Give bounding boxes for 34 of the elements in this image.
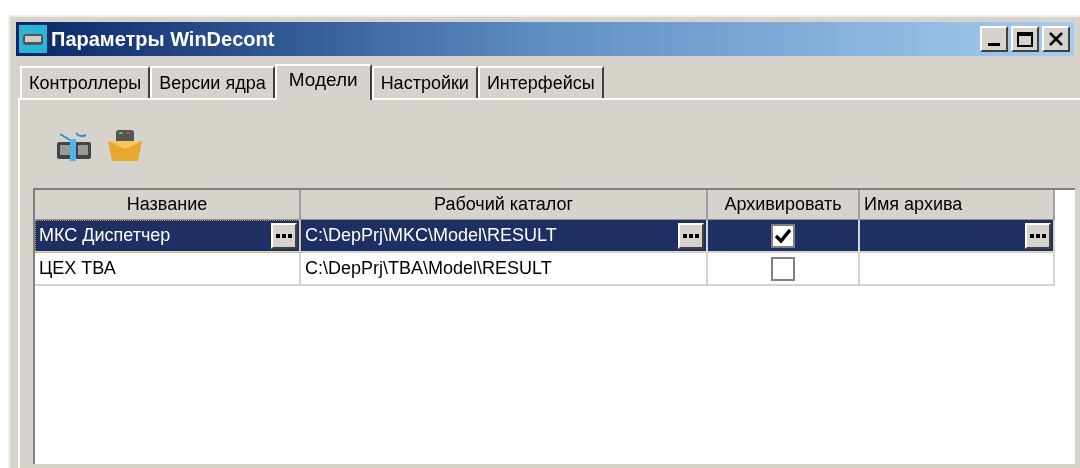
column-header[interactable]: Имя архива: [860, 190, 1055, 220]
close-button[interactable]: [1042, 26, 1070, 52]
column-header[interactable]: Архивировать: [708, 190, 860, 220]
ellipsis-icon: [276, 233, 292, 238]
ellipsis-icon: [683, 233, 699, 238]
window-title: Параметры WinDecont: [51, 27, 275, 52]
tab[interactable]: Версии ядра: [150, 66, 275, 98]
minimize-button[interactable]: [980, 26, 1008, 52]
table-cell-text: C:\DepPrj\TBA\Model\RESULT: [304, 257, 552, 280]
browse-button[interactable]: [678, 222, 704, 249]
table-cell-text: C:\DepPrj\MKC\Model\RESULT: [304, 224, 557, 247]
box-icon: [106, 129, 144, 163]
table-cell-text: ЦЕХ ТВА: [38, 257, 116, 280]
column-header[interactable]: Рабочий каталог: [301, 190, 708, 220]
devices-icon: [56, 130, 92, 162]
tab[interactable]: Модели: [274, 64, 372, 100]
browse-button[interactable]: [271, 222, 297, 249]
checkbox[interactable]: [771, 223, 795, 248]
maximize-button[interactable]: [1011, 26, 1039, 52]
column-header[interactable]: Название: [35, 190, 301, 220]
table-row[interactable]: МКС Диспетчер C:\DepPrj\MKC\Model\RESULT: [35, 220, 1055, 253]
checkbox[interactable]: [771, 256, 795, 281]
browse-button[interactable]: [1025, 222, 1051, 249]
tab[interactable]: Интерфейсы: [477, 66, 604, 98]
ellipsis-icon: [1030, 233, 1046, 238]
tab[interactable]: Настройки: [371, 66, 478, 98]
table-row[interactable]: ЦЕХ ТВА C:\DepPrj\TBA\Model\RESULT: [35, 253, 1055, 286]
checkmark-icon: [775, 228, 791, 243]
tab[interactable]: Контроллеры: [20, 66, 151, 98]
app-icon: [18, 24, 48, 54]
minimize-icon: [988, 43, 1000, 46]
maximize-icon: [1017, 31, 1033, 47]
close-icon: [1049, 32, 1063, 46]
table-cell-text: МКС Диспетчер: [38, 224, 171, 247]
